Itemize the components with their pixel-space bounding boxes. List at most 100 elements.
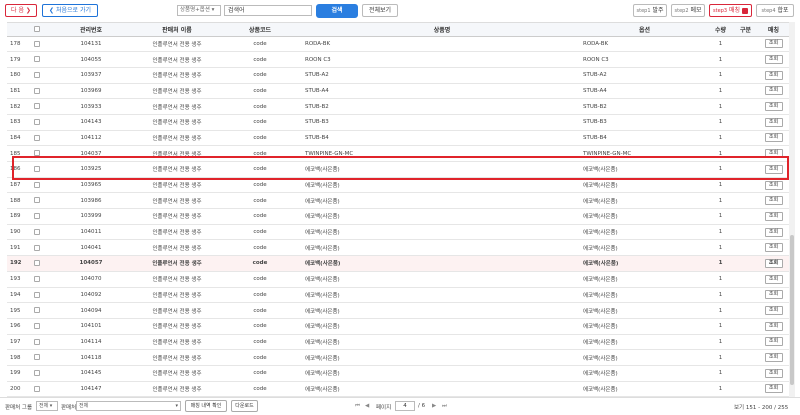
download-button[interactable]: 다운로드 — [231, 400, 258, 412]
row-checkbox[interactable] — [34, 354, 40, 361]
table-row[interactable]: 199 104145 인플루언서 전용 생주 code 에코백(사은품) 에코백(사은품)… — [7, 365, 789, 382]
match-lookup-button[interactable]: 조회 — [764, 164, 783, 174]
header-option[interactable]: 옵션 — [581, 23, 708, 37]
prev-page-icon[interactable]: ◀ — [365, 403, 369, 409]
go-to-first-button[interactable]: ❮ 처음으로 가기 — [42, 4, 98, 17]
row-checkbox[interactable] — [34, 213, 40, 220]
row-checkbox[interactable] — [34, 385, 40, 392]
show-all-button[interactable]: 전체보기 — [362, 4, 398, 17]
header-type[interactable]: 구분 — [733, 23, 758, 37]
row-checkbox-cell[interactable] — [29, 83, 45, 100]
step2-memo-button[interactable]: step2 메모 — [671, 4, 705, 17]
row-checkbox[interactable] — [34, 134, 40, 141]
row-checkbox[interactable] — [34, 181, 40, 188]
table-row[interactable]: 190 104011 인플루언서 전용 생주 code 에코백(사은품) 에코백(사은품)… — [7, 224, 789, 241]
row-checkbox-cell[interactable] — [29, 145, 45, 162]
header-seller-name[interactable]: 판매처 이름 — [137, 23, 217, 37]
row-checkbox-cell[interactable] — [29, 177, 45, 194]
match-lookup-button[interactable]: 조회 — [764, 227, 783, 237]
row-checkbox-cell[interactable] — [29, 67, 45, 84]
row-checkbox[interactable] — [34, 244, 40, 251]
row-checkbox[interactable] — [34, 103, 40, 110]
match-lookup-button[interactable]: 조회 — [764, 55, 783, 65]
match-lookup-button[interactable]: 조회 — [764, 384, 783, 394]
row-checkbox-cell[interactable] — [29, 255, 45, 272]
table-row[interactable]: 200 104147 인플루언서 전용 생주 code 에코백(사은품) 에코백(사은품)… — [7, 381, 789, 397]
first-page-icon[interactable]: ⏮ — [355, 403, 360, 410]
row-checkbox-cell[interactable] — [29, 192, 45, 210]
search-button[interactable]: 검색 — [316, 4, 358, 18]
match-lookup-button[interactable]: 조회 — [764, 353, 783, 363]
seller-select[interactable]: 전체 ▾ — [76, 401, 181, 411]
match-lookup-button[interactable]: 조회 — [764, 306, 783, 316]
row-checkbox-cell[interactable] — [29, 349, 45, 366]
header-qty[interactable]: 수량 — [708, 23, 733, 37]
table-row[interactable]: 188 103986 인플루언서 전용 생주 code 에코백(사은품) 에코백(사은품)… — [7, 192, 789, 210]
row-checkbox[interactable] — [34, 275, 40, 282]
match-lookup-button[interactable]: 조회 — [764, 321, 783, 331]
table-row[interactable]: 194 104092 인플루언서 전용 생주 code 에코백(사은품) 에코백(사은품)… — [7, 287, 789, 304]
table-row[interactable]: 195 104094 인플루언서 전용 생주 code 에코백(사은품) 에코백(사은품)… — [7, 302, 789, 319]
header-check[interactable] — [29, 23, 45, 37]
table-row[interactable]: 198 104118 인플루언서 전용 생주 code 에코백(사은품) 에코백(사은품)… — [7, 349, 789, 366]
table-row[interactable]: 179 104055 인플루언서 전용 생주 code ROON C3 ROON C3 1 조… — [7, 51, 789, 68]
match-lookup-button[interactable]: 조회 — [764, 70, 783, 80]
table-row[interactable]: 197 104114 인플루언서 전용 생주 code 에코백(사은품) 에코백(사은품)… — [7, 334, 789, 351]
row-checkbox[interactable] — [34, 307, 40, 314]
match-lookup-button[interactable]: 조회 — [764, 368, 783, 378]
row-checkbox[interactable] — [34, 56, 40, 63]
row-checkbox[interactable] — [34, 119, 40, 126]
match-lookup-button[interactable]: 조회 — [764, 258, 783, 268]
row-checkbox[interactable] — [34, 260, 40, 267]
table-row[interactable]: 183 104143 인플루언서 전용 생주 code STUB-B3 STUB-B3 1 조… — [7, 114, 789, 131]
next-button[interactable]: 다 음 ❯ — [5, 4, 37, 17]
match-lookup-button[interactable]: 조회 — [764, 337, 783, 347]
row-checkbox-cell[interactable] — [29, 302, 45, 319]
match-lookup-button[interactable]: 조회 — [764, 149, 783, 159]
match-lookup-button[interactable]: 조회 — [764, 243, 783, 253]
row-checkbox-cell[interactable] — [29, 271, 45, 288]
match-lookup-button[interactable]: 조회 — [764, 102, 783, 112]
match-history-button[interactable]: 매칭 내역 확인 — [185, 400, 227, 412]
select-all-checkbox[interactable] — [34, 26, 40, 33]
row-checkbox-cell[interactable] — [29, 334, 45, 351]
row-checkbox-cell[interactable] — [29, 36, 45, 53]
row-checkbox-cell[interactable] — [29, 381, 45, 397]
table-row[interactable]: 196 104101 인플루언서 전용 생주 code 에코백(사은품) 에코백(사은품)… — [7, 318, 789, 335]
row-checkbox-cell[interactable] — [29, 224, 45, 241]
table-row[interactable]: 178 104131 인플루언서 전용 생주 code RODA-BK RODA-BK 1 조… — [7, 36, 789, 53]
row-checkbox[interactable] — [34, 87, 40, 94]
header-product-name[interactable]: 상품명 — [303, 23, 581, 37]
page-input[interactable]: 4 — [395, 401, 415, 411]
row-checkbox[interactable] — [34, 150, 40, 157]
row-checkbox-cell[interactable] — [29, 51, 45, 68]
row-checkbox[interactable] — [34, 71, 40, 78]
seller-group-select[interactable]: 전체 ▾ — [36, 401, 58, 411]
match-lookup-button[interactable]: 조회 — [764, 117, 783, 127]
table-row[interactable]: 186 103925 인플루언서 전용 생주 code 에코백(사은품) 에코백(사은품)… — [7, 161, 789, 178]
search-input[interactable]: 검색어 — [224, 5, 312, 16]
table-row[interactable]: 192 104057 인플루언서 전용 생주 code 에코백(사은품) 에코백(사은품)… — [7, 255, 789, 272]
match-lookup-button[interactable]: 조회 — [764, 274, 783, 284]
table-row[interactable]: 182 103933 인플루언서 전용 생주 code STUB-B2 STUB-B2 1 조… — [7, 98, 789, 115]
match-lookup-button[interactable]: 조회 — [764, 39, 783, 49]
row-checkbox[interactable] — [34, 197, 40, 204]
match-lookup-button[interactable]: 조회 — [764, 133, 783, 143]
next-page-icon[interactable]: ▶ — [432, 403, 436, 409]
match-lookup-button[interactable]: 조회 — [764, 180, 783, 190]
row-checkbox-cell[interactable] — [29, 365, 45, 382]
row-checkbox[interactable] — [34, 338, 40, 345]
table-row[interactable]: 180 103937 인플루언서 전용 생주 code STUB-A2 STUB-A2 1 조… — [7, 67, 789, 84]
row-checkbox-cell[interactable] — [29, 114, 45, 131]
match-lookup-button[interactable]: 조회 — [764, 86, 783, 96]
row-checkbox[interactable] — [34, 228, 40, 235]
search-type-select[interactable]: 상품명+옵션 ▾ — [177, 5, 221, 16]
table-row[interactable]: 184 104112 인플루언서 전용 생주 code STUB-B4 STUB-B4 1 조… — [7, 130, 789, 147]
step3-match-button[interactable]: step3 매칭 — [709, 4, 752, 17]
row-checkbox-cell[interactable] — [29, 287, 45, 304]
table-row[interactable]: 185 104037 인플루언서 전용 생주 code TWINPINE-GN-MC TW… — [7, 145, 789, 162]
table-row[interactable]: 187 103965 인플루언서 전용 생주 code 에코백(사은품) 에코백(사은품)… — [7, 177, 789, 194]
match-lookup-button[interactable]: 조회 — [764, 290, 783, 300]
row-checkbox-cell[interactable] — [29, 208, 45, 225]
scrollbar-thumb[interactable] — [790, 235, 794, 385]
